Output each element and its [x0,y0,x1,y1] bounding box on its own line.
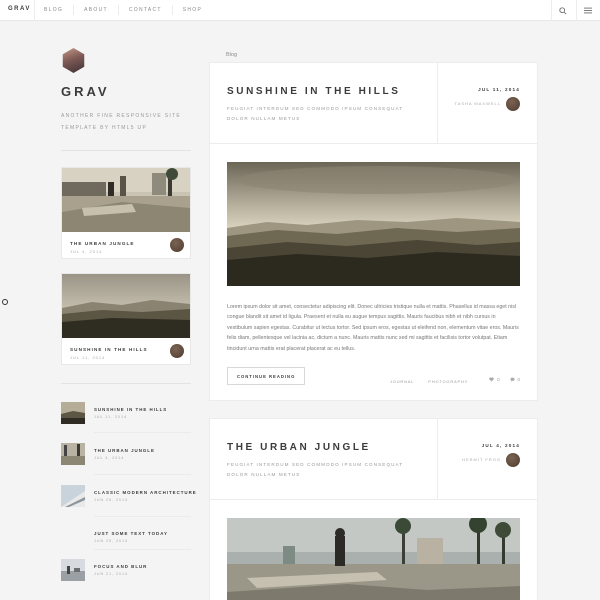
like-count[interactable]: 0 [489,377,500,382]
post-featured-image[interactable] [227,162,520,286]
list-item-title[interactable]: SUNSHINE IN THE HILLS [94,407,167,412]
author-avatar[interactable] [506,97,520,111]
author-avatar[interactable] [170,344,184,358]
continue-reading-button[interactable]: CONTINUE READING [227,367,306,385]
header-divider [437,419,438,500]
list-item[interactable]: CLASSIC MODERN ARCHITECTURE JUN 26, 2014 [61,485,196,515]
list-item-date: JUL 4, 2014 [94,456,125,460]
list-item-title[interactable]: CLASSIC MODERN ARCHITECTURE [94,490,197,495]
site-logo-hexagon[interactable] [62,48,85,73]
header-divider [437,63,438,144]
post-subtitle: FEUGIAT INTERDUM SED COMMODO IPSUM CONSE… [227,106,404,121]
menu-button[interactable] [576,0,600,21]
nav-link-blog[interactable]: BLOG [44,7,63,15]
divider [94,432,191,433]
author-avatar[interactable] [170,238,184,252]
post-date: JUL 11, 2014 [478,87,520,92]
search-icon [559,6,567,15]
site-tagline: ANOTHER FINE RESPONSIVE SITE TEMPLATE BY… [61,113,182,131]
post-title[interactable]: THE URBAN JUNGLE [227,442,371,453]
site-title[interactable]: GRAV [61,84,110,99]
list-item[interactable]: SUNSHINE IN THE HILLS JUL 11, 2014 [61,402,191,432]
list-item-date: JUN 21, 2014 [94,572,129,576]
mini-post-card[interactable]: SUNSHINE IN THE HILLS JUL 11, 2014 [61,273,191,365]
author-avatar[interactable] [506,453,520,467]
comment-count[interactable]: 0 [510,377,520,382]
post-thumbnail-image[interactable] [62,168,190,232]
post-thumbnail-image[interactable] [62,274,190,338]
comment-icon [510,377,515,382]
brand-logo[interactable]: GRAV [8,6,31,12]
nav-link-contact[interactable]: CONTACT [129,7,162,15]
list-item-title[interactable]: THE URBAN JUNGLE [94,448,155,453]
list-thumbnail-image[interactable] [61,443,85,465]
post-tags: JOURNAL PHOTOGRAPHY [390,379,482,384]
post-date: JUL 4, 2014 [481,443,520,448]
mini-card-date: JUL 4, 2014 [70,249,103,254]
post-stats: 0 0 [479,377,520,382]
list-item-title[interactable]: FOCUS AND BLUR [94,564,147,569]
breadcrumb[interactable]: Blog [226,52,237,58]
post-author[interactable]: TASHA MAXWELL [455,101,502,106]
divider [61,150,191,151]
tag-link[interactable]: JOURNAL [390,379,414,384]
list-item[interactable]: THE URBAN JUNGLE JUL 4, 2014 [61,443,191,473]
list-item-date: JUN 25, 2014 [94,539,129,543]
mini-card-date: JUL 11, 2014 [70,355,106,360]
main-nav: BLOG ABOUT CONTACT SHOP [44,5,202,15]
blog-post-card: SUNSHINE IN THE HILLS FEUGIAT INTERDUM S… [209,62,538,401]
divider [94,549,191,550]
post-featured-image[interactable] [227,518,520,600]
post-header: SUNSHINE IN THE HILLS FEUGIAT INTERDUM S… [210,63,537,144]
mini-post-card[interactable]: THE URBAN JUNGLE JUL 4, 2014 [61,167,191,259]
list-item-date: JUL 11, 2014 [94,415,127,419]
list-thumbnail-image[interactable] [61,559,85,581]
hamburger-menu-icon [584,7,592,14]
list-thumbnail-image[interactable] [61,402,85,424]
divider [94,516,191,517]
list-thumbnail-image[interactable] [61,485,85,507]
list-item-title[interactable]: JUST SOME TEXT TODAY [94,531,168,536]
tag-link[interactable]: PHOTOGRAPHY [428,379,468,384]
nav-link-about[interactable]: ABOUT [84,7,108,15]
mini-card-title[interactable]: SUNSHINE IN THE HILLS [70,347,148,352]
post-author[interactable]: HERMIT FROG [462,457,501,462]
list-item[interactable]: JUST SOME TEXT TODAY JUN 25, 2014 [61,526,191,556]
post-header: THE URBAN JUNGLE FEUGIAT INTERDUM SED CO… [210,419,537,500]
side-circle-icon[interactable] [2,299,8,305]
post-excerpt: Lorem ipsum dolor sit amet, consectetur … [227,304,519,352]
mini-card-title[interactable]: THE URBAN JUNGLE [70,241,135,246]
list-item-date: JUN 26, 2014 [94,498,129,502]
divider [94,474,191,475]
divider [61,383,191,384]
list-item[interactable]: FOCUS AND BLUR JUN 21, 2014 [61,559,191,589]
post-subtitle: FEUGIAT INTERDUM SED COMMODO IPSUM CONSE… [227,462,404,477]
nav-link-shop[interactable]: SHOP [183,7,202,15]
top-nav-bar: GRAV BLOG ABOUT CONTACT SHOP [0,0,600,21]
search-button[interactable] [551,0,575,21]
post-title[interactable]: SUNSHINE IN THE HILLS [227,86,401,97]
blog-post-card: THE URBAN JUNGLE FEUGIAT INTERDUM SED CO… [209,418,538,600]
heart-icon [489,377,494,382]
nav-divider [34,0,35,21]
